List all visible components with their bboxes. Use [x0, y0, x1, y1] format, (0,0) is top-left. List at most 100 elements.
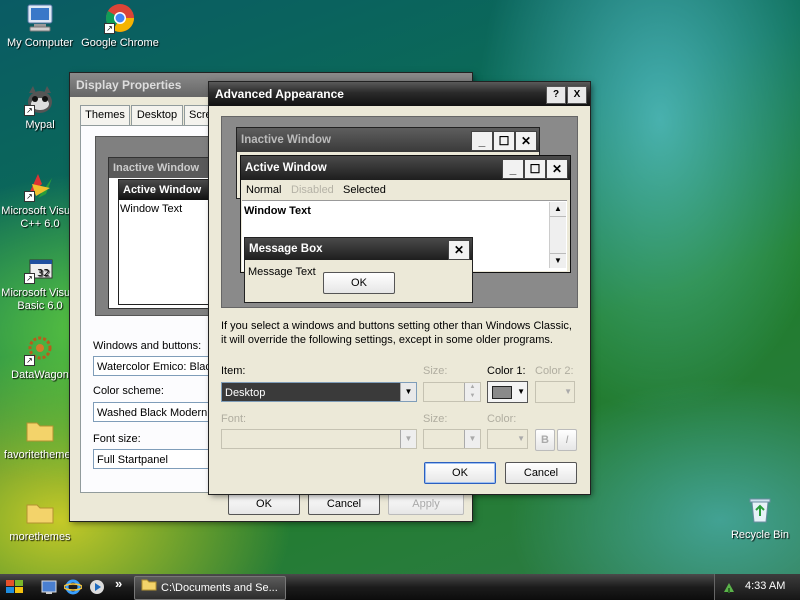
- item-select[interactable]: Desktop ▼: [221, 382, 417, 402]
- desktop-icon-google-chrome[interactable]: ↗ Google Chrome: [78, 2, 162, 50]
- font-select[interactable]: ▼: [221, 429, 417, 449]
- item-label: Item:: [221, 365, 246, 377]
- menu-disabled: Disabled: [291, 184, 334, 196]
- font-size-label: Font size:: [93, 433, 141, 445]
- tab-themes[interactable]: Themes: [80, 105, 130, 125]
- ok-button[interactable]: OK: [424, 462, 496, 484]
- recycle-bin-icon: [744, 494, 776, 526]
- visual-cpp-icon: ↗: [24, 170, 56, 202]
- preview-message-box: Message Box ✕ Message Text OK: [244, 237, 473, 303]
- preview-active-titlebar: Active Window _ ☐ ✕: [241, 156, 570, 180]
- chevron-down-icon: ▼: [464, 430, 480, 448]
- taskbar: » C:\Documents and Se... 4:33 AM: [0, 574, 800, 600]
- chevron-down-icon: ▼: [564, 387, 572, 396]
- menu-normal: Normal: [246, 184, 282, 196]
- color-scheme-label: Color scheme:: [93, 385, 164, 397]
- scroll-down-icon: ▼: [550, 253, 566, 268]
- preview-inactive-titlebar: Inactive Window _ ☐ ✕: [237, 128, 539, 152]
- desktop-icon-recycle-bin[interactable]: Recycle Bin: [718, 494, 800, 542]
- close-button[interactable]: X: [567, 86, 587, 104]
- start-button[interactable]: [4, 578, 26, 596]
- advanced-appearance-titlebar[interactable]: Advanced Appearance ? X: [209, 82, 590, 106]
- folder-icon: [141, 577, 157, 599]
- preview-menubar: Normal Disabled Selected: [241, 180, 570, 200]
- minimize-icon: _: [502, 159, 524, 179]
- taskbar-item-label: C:\Documents and Se...: [161, 582, 278, 594]
- windows-logo-icon: [6, 580, 23, 593]
- chevron-down-icon: ▼: [517, 434, 525, 443]
- preview-scrollbar: ▲ ▼: [549, 202, 566, 268]
- close-icon: ✕: [448, 240, 470, 260]
- maximize-icon: ☐: [493, 131, 515, 151]
- desktop-icon-label: My Computer: [6, 37, 74, 49]
- color1-label: Color 1:: [487, 365, 526, 377]
- preview-msgbox-titlebar: Message Box ✕: [245, 238, 472, 260]
- datawagon-icon: ↗: [24, 334, 56, 366]
- quicklaunch-desktop[interactable]: [40, 578, 58, 596]
- font-size-select[interactable]: ▼: [423, 429, 481, 449]
- media-player-icon: [90, 580, 104, 594]
- folder-icon: [24, 496, 56, 528]
- spinner-arrows-icon: ▲ ▼: [464, 383, 480, 401]
- item-select-value: Desktop: [225, 387, 266, 399]
- desktop-icon-my-computer[interactable]: My Computer: [0, 2, 82, 50]
- size-label: Size:: [423, 365, 448, 377]
- cancel-button[interactable]: Cancel: [308, 493, 380, 515]
- svg-text:32: 32: [37, 268, 50, 279]
- internet-explorer-icon: [63, 579, 83, 595]
- folder-icon: [24, 414, 56, 446]
- preview-msgbox-title: Message Box: [249, 243, 323, 255]
- appearance-preview[interactable]: Inactive Window _ ☐ ✕ Active Window _ ☐ …: [221, 116, 578, 308]
- maximize-icon: ☐: [524, 159, 546, 179]
- font-color-label: Color:: [487, 413, 517, 425]
- bold-button[interactable]: B: [535, 429, 555, 451]
- show-desktop-icon: [41, 580, 57, 594]
- clock[interactable]: 4:33 AM: [745, 580, 785, 592]
- help-button[interactable]: ?: [546, 86, 566, 104]
- system-tray: 4:33 AM: [714, 574, 800, 600]
- computer-icon: [24, 2, 56, 34]
- desktop-icon-label: Recycle Bin: [730, 529, 790, 541]
- dialog-title: Advanced Appearance: [215, 87, 344, 101]
- preview-msgbox-ok: OK: [323, 272, 395, 294]
- menu-selected: Selected: [343, 184, 386, 196]
- preview-window-text: Window Text: [244, 205, 311, 217]
- quicklaunch-more[interactable]: »: [115, 576, 122, 591]
- chevron-down-icon: ▼: [400, 430, 416, 448]
- desktop-icon-label: morethemes: [9, 531, 71, 543]
- scroll-up-icon: ▲: [550, 202, 566, 217]
- size-spinner[interactable]: ▲ ▼: [423, 382, 481, 402]
- preview-active-title: Active Window: [245, 162, 327, 174]
- chrome-icon: ↗: [104, 2, 136, 34]
- network-tray-icon[interactable]: [721, 579, 737, 598]
- font-color-picker[interactable]: ▼: [487, 429, 528, 449]
- preview-inactive-title: Inactive Window: [241, 134, 331, 146]
- windows-buttons-label: Windows and buttons:: [93, 340, 202, 352]
- window-title: Display Properties: [76, 78, 182, 92]
- color2-picker[interactable]: ▼: [535, 381, 575, 403]
- visual-basic-icon: 32 ↗: [24, 252, 56, 284]
- color2-label: Color 2:: [535, 365, 574, 377]
- chevron-down-icon: ▼: [517, 387, 525, 396]
- quicklaunch-media[interactable]: [88, 578, 106, 596]
- quicklaunch-ie[interactable]: [63, 578, 83, 596]
- font-label: Font:: [221, 413, 247, 425]
- italic-button[interactable]: I: [557, 429, 577, 451]
- chevron-down-icon: ▼: [400, 383, 416, 401]
- font-size-label: Size:: [423, 413, 448, 425]
- tab-desktop[interactable]: Desktop: [131, 105, 183, 125]
- info-text-line-2: it will override the following settings,…: [221, 334, 553, 346]
- color1-swatch: [492, 386, 512, 399]
- color1-picker[interactable]: ▼: [487, 381, 528, 403]
- info-text-line-1: If you select a windows and buttons sett…: [221, 320, 572, 332]
- desktop-icon-label: Google Chrome: [81, 37, 159, 49]
- close-icon: ✕: [515, 131, 537, 151]
- advanced-appearance-dialog: Advanced Appearance ? X Inactive Window …: [209, 82, 590, 494]
- cancel-button[interactable]: Cancel: [505, 462, 577, 484]
- apply-button[interactable]: Apply: [388, 493, 464, 515]
- close-icon: ✕: [546, 159, 568, 179]
- ok-button[interactable]: OK: [228, 493, 300, 515]
- taskbar-item-explorer[interactable]: C:\Documents and Se...: [134, 576, 286, 600]
- preview-area: Inactive Window Active Window Window Tex…: [95, 136, 230, 316]
- minimize-icon: _: [471, 131, 493, 151]
